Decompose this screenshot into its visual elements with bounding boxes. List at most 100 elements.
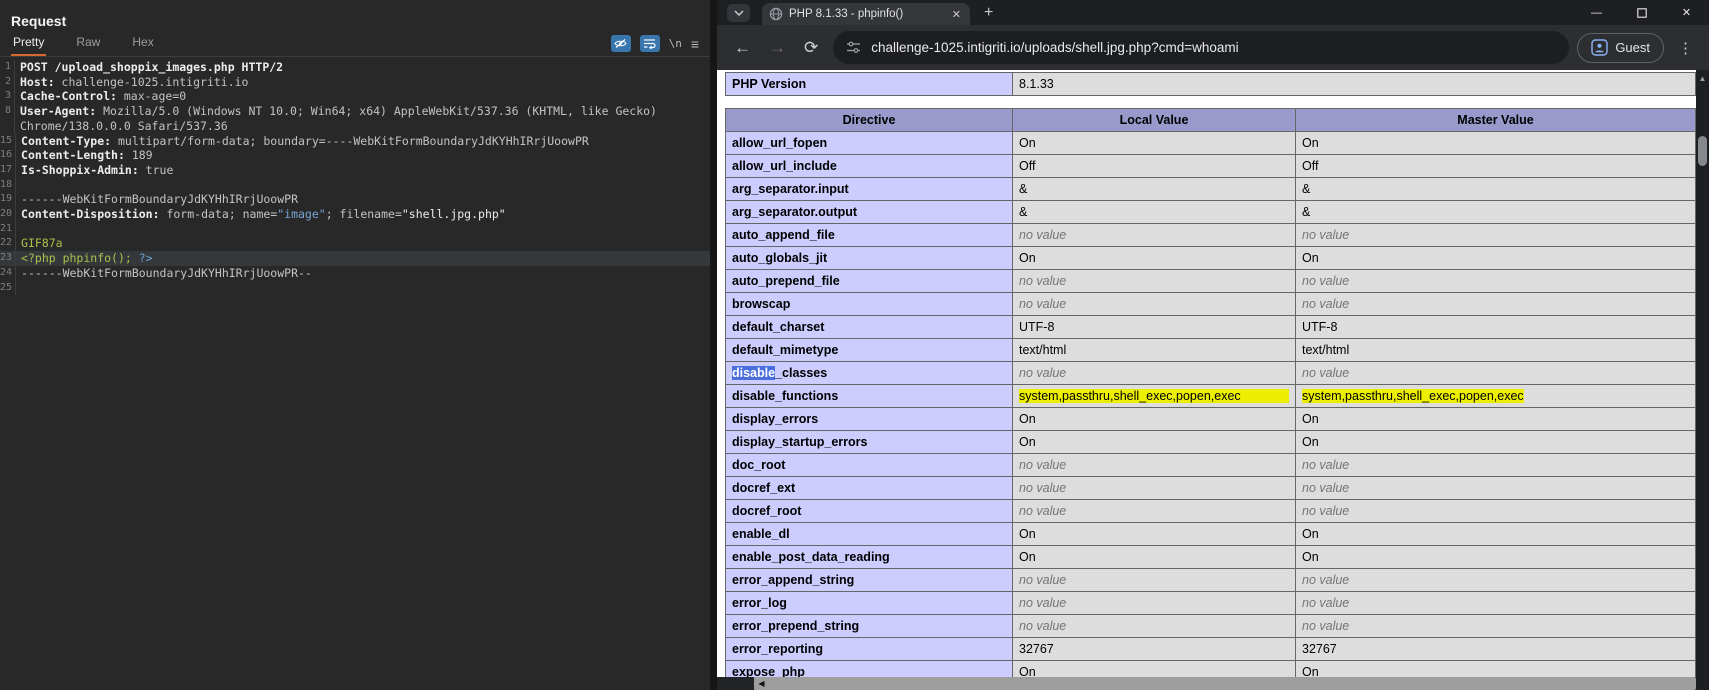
code-line[interactable]: Chrome/138.0.0.0 Safari/537.36 [0,119,710,134]
line-number: 18 [0,178,16,193]
code-line[interactable]: 24------WebKitFormBoundaryJdKYHhIRrjUoow… [0,266,710,281]
table-header-row: Directive Local Value Master Value [726,109,1696,132]
browser-tab[interactable]: PHP 8.1.33 - phpinfo() ✕ [762,3,970,25]
directive-cell: auto_globals_jit [726,247,1013,270]
directive-cell: display_startup_errors [726,431,1013,454]
code-line[interactable]: 3Cache-Control: max-age=0 [0,89,710,104]
tab-search-button[interactable] [727,4,750,22]
hide-nonprintable-icon[interactable] [611,35,631,52]
address-bar[interactable]: challenge-1025.intigriti.io/uploads/shel… [833,31,1569,64]
line-number: 24 [0,266,16,281]
table-row: disable_classesno valueno value [726,362,1696,385]
forward-icon[interactable]: → [769,38,786,58]
directive-cell: docref_ext [726,477,1013,500]
request-tab-bar: Pretty Raw Hex \n ≡ [0,33,710,57]
master-value-cell: no value [1296,592,1696,615]
reload-icon[interactable]: ⟳ [804,38,818,58]
panel-divider [710,0,717,690]
tab-close-icon[interactable]: ✕ [950,8,963,21]
directive-cell: arg_separator.output [726,201,1013,224]
browser-window: PHP 8.1.33 - phpinfo() ✕ + — ✕ ← → ⟳ cha… [717,0,1709,690]
master-value-cell: no value [1296,454,1696,477]
line-text: Content-Disposition: form-data; name="im… [16,207,506,222]
local-value-cell: On [1013,132,1296,155]
tab-pretty[interactable]: Pretty [11,32,46,56]
maximize-button[interactable] [1619,0,1664,25]
soft-wrap-icon[interactable] [640,35,660,52]
line-number: 22 [0,236,16,251]
table-row: error_reporting3276732767 [726,638,1696,661]
scroll-left-arrow-icon[interactable]: ◀ [754,677,769,690]
local-value-cell: no value [1013,500,1296,523]
close-button[interactable]: ✕ [1664,0,1709,25]
master-value-cell: On [1296,247,1696,270]
line-text: Host: challenge-1025.intigriti.io [15,75,249,90]
horizontal-scrollbar[interactable]: ◀ [717,677,1696,690]
local-value-cell: On [1013,247,1296,270]
directive-cell: enable_dl [726,523,1013,546]
panel-title: Request [0,0,710,33]
back-icon[interactable]: ← [734,38,751,58]
master-value-cell: On [1296,523,1696,546]
horizontal-scrollbar-thumb[interactable] [769,677,1696,690]
site-settings-icon[interactable] [846,41,861,54]
directive-cell: display_errors [726,408,1013,431]
master-value-cell: no value [1296,500,1696,523]
php-version-value: 8.1.33 [1013,73,1696,96]
vertical-scrollbar-thumb[interactable] [1698,136,1707,166]
php-version-table: PHP Version 8.1.33 [725,72,1696,96]
globe-favicon [769,7,783,21]
minimize-button[interactable]: — [1574,0,1619,25]
code-line[interactable]: 23<?php phpinfo(); ?> [0,251,710,266]
line-number: 25 [0,281,16,296]
code-line[interactable]: 8User-Agent: Mozilla/5.0 (Windows NT 10.… [0,104,710,119]
directive-cell: disable_functions [726,385,1013,408]
local-value-cell: text/html [1013,339,1296,362]
table-row: auto_globals_jitOnOn [726,247,1696,270]
vertical-scrollbar[interactable]: ▲ [1696,70,1709,690]
local-value-cell: On [1013,431,1296,454]
line-text: POST /upload_shoppix_images.php HTTP/2 [15,60,283,75]
line-number: 3 [0,89,15,104]
local-value-cell: no value [1013,615,1296,638]
code-line[interactable]: 22GIF87a [0,236,710,251]
code-line[interactable]: 15Content-Type: multipart/form-data; bou… [0,134,710,149]
code-line[interactable]: 19------WebKitFormBoundaryJdKYHhIRrjUoow… [0,192,710,207]
browser-tab-strip: PHP 8.1.33 - phpinfo() ✕ + — ✕ [717,0,1709,25]
scroll-up-arrow-icon[interactable]: ▲ [1696,74,1709,83]
local-value-cell: & [1013,178,1296,201]
directive-cell: allow_url_fopen [726,132,1013,155]
local-value-cell: no value [1013,362,1296,385]
profile-button[interactable]: Guest [1577,33,1664,63]
code-line[interactable]: 25 [0,281,710,296]
code-line[interactable]: 16Content-Length: 189 [0,148,710,163]
directive-cell: error_log [726,592,1013,615]
page-content: PHP Version 8.1.33 Directive Local Value… [717,70,1709,690]
code-line[interactable]: 17Is-Shoppix-Admin: true [0,163,710,178]
request-editor[interactable]: 1POST /upload_shoppix_images.php HTTP/22… [0,57,710,690]
line-number: 23 [0,251,16,266]
tab-hex[interactable]: Hex [130,32,155,56]
directive-cell: error_reporting [726,638,1013,661]
table-row: auto_append_fileno valueno value [726,224,1696,247]
tab-raw[interactable]: Raw [74,32,102,56]
master-value-cell: no value [1296,477,1696,500]
line-number: 21 [0,222,16,237]
newline-toggle[interactable]: \n [669,37,682,50]
code-line[interactable]: 1POST /upload_shoppix_images.php HTTP/2 [0,60,710,75]
local-value-cell: no value [1013,454,1296,477]
new-tab-button[interactable]: + [984,5,993,21]
code-line[interactable]: 21 [0,222,710,237]
code-line[interactable]: 18 [0,178,710,193]
editor-menu-icon[interactable]: ≡ [691,37,699,51]
directive-cell: allow_url_include [726,155,1013,178]
table-row: docref_rootno valueno value [726,500,1696,523]
directive-cell: default_mimetype [726,339,1013,362]
browser-menu-icon[interactable]: ⋮ [1678,39,1693,57]
code-line[interactable]: 20Content-Disposition: form-data; name="… [0,207,710,222]
code-line[interactable]: 2Host: challenge-1025.intigriti.io [0,75,710,90]
master-value-cell: text/html [1296,339,1696,362]
local-value-cell: no value [1013,569,1296,592]
table-row: docref_extno valueno value [726,477,1696,500]
local-value-cell: no value [1013,270,1296,293]
